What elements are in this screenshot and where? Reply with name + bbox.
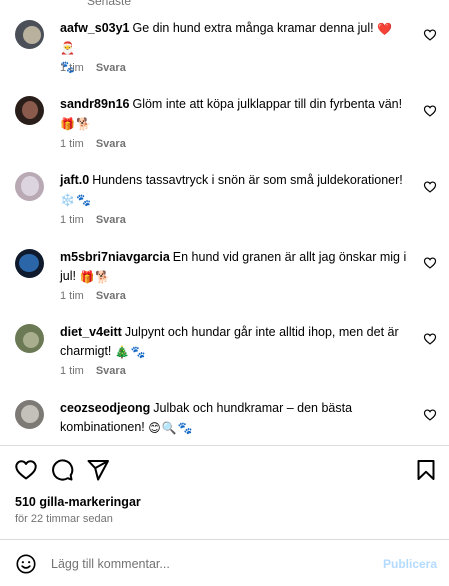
comments-list: aafw_s03y1 Ge din hund extra många kramar…	[0, 0, 449, 445]
divider	[0, 445, 449, 446]
post-actions	[0, 453, 449, 487]
comment-meta: 1 tim Svara	[60, 62, 126, 74]
snowflake-emoji: ❄️	[60, 193, 75, 207]
avatar[interactable]	[15, 400, 44, 429]
comment-meta: 1 tim Svara	[60, 138, 126, 150]
comment-body: sandr89n16 Glöm inte att köpa julklappar …	[60, 95, 408, 133]
add-comment-row: Publicera	[0, 545, 449, 583]
bookmark-icon[interactable]	[414, 458, 438, 482]
likes-count[interactable]: 510 gilla-markeringar	[15, 495, 141, 509]
dog-emoji: 🐕	[95, 270, 111, 284]
heart-outline-icon[interactable]	[14, 458, 38, 482]
reply-button[interactable]: Svara	[96, 290, 126, 302]
comment-time: 1 tim	[60, 290, 84, 302]
avatar[interactable]	[15, 20, 44, 49]
comment-text: Glöm inte att köpa julklappar till din f…	[132, 97, 403, 111]
comment-username[interactable]: ceozseodjeong	[60, 401, 150, 415]
comment-like-icon[interactable]	[423, 408, 437, 422]
divider	[0, 539, 449, 540]
comment-time: 1 tim	[60, 214, 84, 226]
comment-meta: 1 tim Svara	[60, 290, 126, 302]
magnifier-emoji: 🔍	[161, 421, 177, 435]
reply-button[interactable]: Svara	[96, 62, 126, 74]
comment-username[interactable]: jaft.0	[60, 173, 89, 187]
comment-like-icon[interactable]	[423, 180, 437, 194]
paw-prints-emoji: 🐾	[177, 421, 193, 435]
avatar[interactable]	[15, 249, 44, 278]
reply-button[interactable]: Svara	[96, 365, 126, 377]
comment-input[interactable]	[51, 553, 371, 575]
comment-body: jaft.0 Hundens tassavtryck i snön är som …	[60, 171, 408, 209]
comment-username[interactable]: diet_v4eitt	[60, 325, 122, 339]
avatar[interactable]	[15, 324, 44, 353]
comment-username[interactable]: m5sbri7niavgarcia	[60, 250, 170, 264]
christmas-tree-emoji: 🎄	[114, 345, 130, 359]
comment-like-icon[interactable]	[423, 256, 437, 270]
smiley-icon[interactable]	[15, 553, 37, 575]
comment-text: Hundens tassavtryck i snön är som små ju…	[92, 173, 403, 187]
comment-meta: 1 tim Svara	[60, 214, 126, 226]
comment-username[interactable]: aafw_s03y1	[60, 21, 130, 35]
paper-plane-icon[interactable]	[86, 458, 110, 482]
paw-prints-emoji: 🐾	[130, 345, 146, 359]
paw-prints-emoji: 🐾	[75, 193, 91, 207]
avatar[interactable]	[15, 172, 44, 201]
red-heart-emoji: ❤️	[377, 22, 393, 36]
comment-time: 1 tim	[60, 62, 84, 74]
santa-emoji: 🎅	[60, 41, 75, 55]
comment-body: m5sbri7niavgarcia En hund vid granen är a…	[60, 248, 408, 286]
smiling-face-emoji: 😊	[148, 421, 161, 435]
gift-emoji: 🎁	[79, 270, 95, 284]
comment-body: diet_v4eitt Julpynt och hundar går inte a…	[60, 323, 408, 361]
comment-like-icon[interactable]	[423, 28, 437, 42]
post-timestamp: för 22 timmar sedan	[15, 513, 113, 525]
comment-like-icon[interactable]	[423, 332, 437, 346]
reply-button[interactable]: Svara	[96, 214, 126, 226]
gift-emoji: 🎁	[60, 117, 75, 131]
comment-username[interactable]: sandr89n16	[60, 97, 129, 111]
speech-bubble-icon[interactable]	[50, 458, 74, 482]
dog-emoji: 🐕	[75, 117, 91, 131]
publish-button[interactable]: Publicera	[383, 557, 437, 571]
reply-button[interactable]: Svara	[96, 138, 126, 150]
comment-time: 1 tim	[60, 138, 84, 150]
comment-like-icon[interactable]	[423, 104, 437, 118]
comment-body: ceozseodjeong Julbak och hundkramar – den…	[60, 399, 408, 437]
comment-text: Ge din hund extra många kramar denna jul…	[132, 21, 374, 35]
comment-time: 1 tim	[60, 365, 84, 377]
avatar[interactable]	[15, 96, 44, 125]
comment-meta: 1 tim Svara	[60, 365, 126, 377]
